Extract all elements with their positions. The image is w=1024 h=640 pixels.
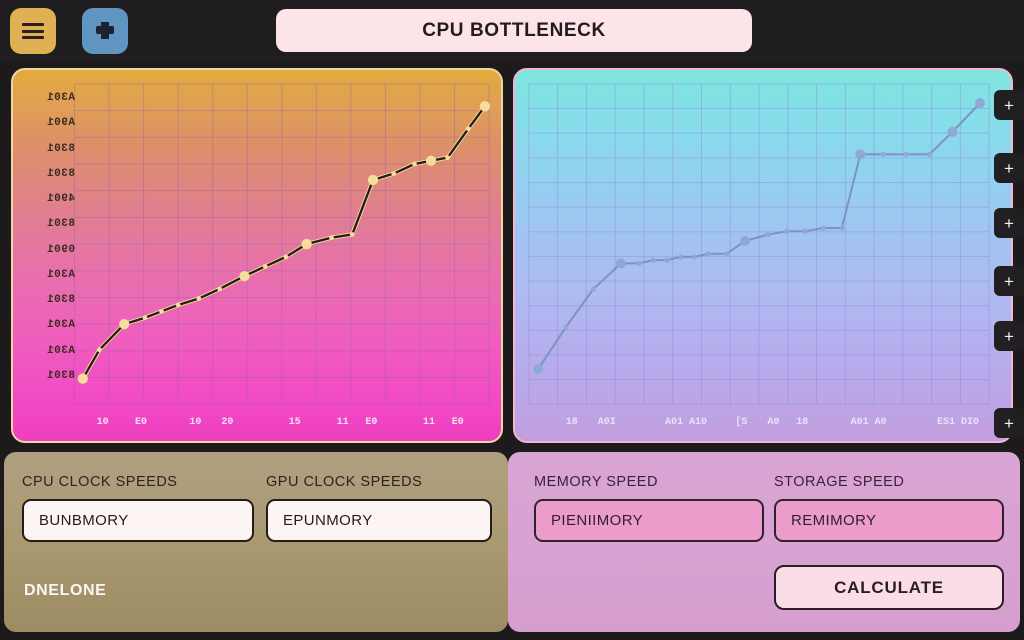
y-axis-tick-label: 8301 bbox=[46, 142, 75, 155]
menu-button[interactable] bbox=[10, 8, 56, 54]
cpu-clock-speeds-input[interactable]: BUNBMORY bbox=[22, 499, 254, 542]
memory-speed-label: MEMORY SPEED bbox=[534, 474, 658, 490]
zoom-in-button-3[interactable]: + bbox=[994, 208, 1024, 238]
printer-icon bbox=[96, 22, 114, 39]
y-axis-tick-label: A301 bbox=[46, 268, 75, 281]
x-axis-tick-label: A01 A10 bbox=[665, 417, 708, 428]
x-axis-tick-label: 11 bbox=[423, 417, 436, 428]
y-axis-tick-label: 8301 bbox=[46, 167, 75, 180]
zoom-in-button-4[interactable]: + bbox=[994, 266, 1024, 296]
zoom-in-button-5[interactable]: + bbox=[994, 321, 1024, 351]
x-axis-tick-label: A0I bbox=[597, 417, 616, 428]
print-button[interactable] bbox=[82, 8, 128, 54]
y-axis-tick-label: 8301 bbox=[46, 294, 75, 307]
memory-speed-group: MEMORY SPEED PIENIIMORY bbox=[534, 474, 764, 542]
x-axis-tick-label: A01 A0 bbox=[850, 417, 887, 428]
x-axis-tick-label: 15 bbox=[288, 417, 301, 428]
x-axis-tick-label: E0 bbox=[365, 417, 378, 428]
y-axis-tick-label: A301 bbox=[46, 344, 75, 357]
cpu-chart-y-axis: A301 A901 8301 8301 4901 8301 0901 A301 8301 A301… bbox=[19, 92, 75, 382]
y-axis-tick-label: 4901 bbox=[46, 193, 75, 206]
x-axis-tick-label: E0 bbox=[451, 417, 464, 428]
hamburger-menu-icon bbox=[22, 23, 44, 39]
y-axis-tick-label: A301 bbox=[46, 92, 75, 104]
y-axis-tick-label: A901 bbox=[46, 117, 75, 130]
storage-speed-label: STORAGE SPEED bbox=[774, 474, 905, 490]
zoom-in-button-1[interactable]: + bbox=[994, 90, 1024, 120]
x-axis-tick-label: E0 bbox=[135, 417, 148, 428]
x-axis-tick-label: ES1 DI0 bbox=[937, 417, 980, 428]
cpu-chart-card[interactable]: A301 A901 8301 8301 4901 8301 0901 A301 8301 A301… bbox=[11, 68, 503, 443]
calculate-button[interactable]: CALCULATE bbox=[774, 565, 1004, 610]
clock-speeds-panel: CPU CLOCK SPEEDS BUNBMORY GPU CLOCK SPEE… bbox=[4, 452, 508, 632]
y-axis-tick-label: 0901 bbox=[46, 243, 75, 256]
zoom-in-button-6[interactable]: + bbox=[994, 408, 1024, 438]
cpu-chart-x-axis: 10 E0 10 20 15 11 E0 11 E0 bbox=[13, 417, 501, 435]
app-title-bar: CPU BOTTLENECK bbox=[276, 9, 752, 52]
x-axis-tick-label: 18 bbox=[796, 417, 809, 428]
cpu-chart-plot bbox=[73, 83, 491, 405]
gpu-clock-speeds-input[interactable]: EPUNMORY bbox=[266, 499, 492, 542]
gpu-chart-card[interactable]: 18 A0I A01 A10 [S A0 18 A01 A0 ES1 DI0 bbox=[513, 68, 1013, 443]
page-title: CPU BOTTLENECK bbox=[422, 19, 606, 41]
cpu-clock-speeds-group: CPU CLOCK SPEEDS BUNBMORY bbox=[22, 474, 254, 542]
storage-speed-group: STORAGE SPEED REMIMORY bbox=[774, 474, 1004, 542]
y-axis-tick-label: 8301 bbox=[46, 369, 75, 382]
gpu-clock-speeds-label: GPU CLOCK SPEEDS bbox=[266, 474, 423, 490]
gpu-chart-plot bbox=[528, 83, 990, 405]
speed-inputs-panel: MEMORY SPEED PIENIIMORY STORAGE SPEED RE… bbox=[508, 452, 1020, 632]
x-axis-tick-label: [S bbox=[735, 417, 748, 428]
gpu-chart-x-axis: 18 A0I A01 A10 [S A0 18 A01 A0 ES1 DI0 bbox=[515, 417, 1011, 435]
panel-footnote: DNELONE bbox=[24, 582, 107, 599]
storage-speed-input[interactable]: REMIMORY bbox=[774, 499, 1004, 542]
zoom-in-button-2[interactable]: + bbox=[994, 153, 1024, 183]
x-axis-tick-label: 20 bbox=[221, 417, 234, 428]
x-axis-tick-label: A0 bbox=[767, 417, 780, 428]
cpu-clock-speeds-label: CPU CLOCK SPEEDS bbox=[22, 474, 178, 490]
x-axis-tick-label: 18 bbox=[565, 417, 578, 428]
y-axis-tick-label: 8301 bbox=[46, 218, 75, 231]
x-axis-tick-label: 10 bbox=[96, 417, 109, 428]
x-axis-tick-label: 11 bbox=[336, 417, 349, 428]
zoom-control-column: + + + + + + bbox=[994, 68, 1024, 443]
x-axis-tick-label: 10 bbox=[189, 417, 202, 428]
y-axis-tick-label: A301 bbox=[46, 319, 75, 332]
gpu-clock-speeds-group: GPU CLOCK SPEEDS EPUNMORY bbox=[266, 474, 492, 542]
memory-speed-input[interactable]: PIENIIMORY bbox=[534, 499, 764, 542]
